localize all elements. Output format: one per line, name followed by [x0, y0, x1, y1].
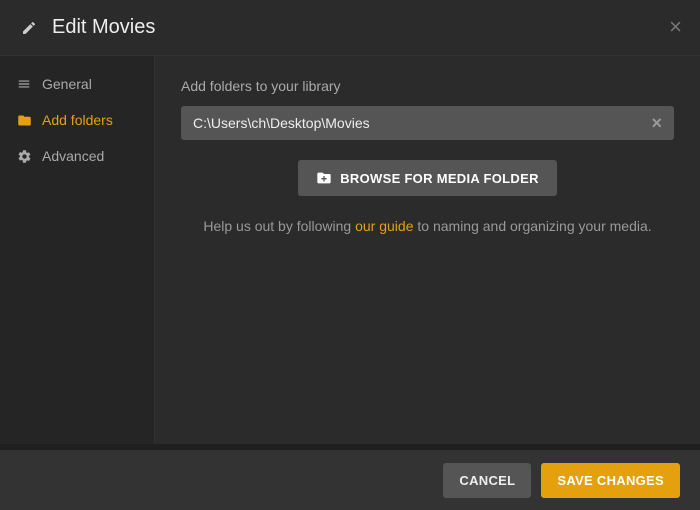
list-icon — [16, 77, 32, 91]
help-text: Help us out by following our guide to na… — [181, 218, 674, 234]
main-panel: Add folders to your library C:\Users\ch\… — [155, 56, 700, 444]
help-text-post: to naming and organizing your media. — [414, 218, 652, 234]
sidebar-item-label: General — [42, 76, 92, 92]
sidebar-item-add-folders[interactable]: Add folders — [0, 102, 154, 138]
folder-path-row: C:\Users\ch\Desktop\Movies × — [181, 106, 674, 140]
sidebar: General Add folders Advanced — [0, 56, 155, 444]
folder-path-text: C:\Users\ch\Desktop\Movies — [193, 115, 651, 131]
folder-open-icon — [16, 113, 32, 128]
dialog-footer: CANCEL SAVE CHANGES — [0, 450, 700, 510]
browse-button[interactable]: BROWSE FOR MEDIA FOLDER — [298, 160, 557, 196]
dialog-header: Edit Movies × — [0, 0, 700, 56]
dialog-title: Edit Movies — [52, 16, 155, 39]
sidebar-item-advanced[interactable]: Advanced — [0, 138, 154, 174]
guide-link[interactable]: our guide — [355, 218, 413, 234]
close-button[interactable]: × — [669, 16, 682, 38]
gear-icon — [16, 149, 32, 164]
sidebar-item-label: Advanced — [42, 148, 104, 164]
pencil-icon — [20, 19, 38, 37]
sidebar-item-general[interactable]: General — [0, 66, 154, 102]
folder-plus-icon — [316, 170, 332, 186]
section-label: Add folders to your library — [181, 78, 674, 94]
browse-wrap: BROWSE FOR MEDIA FOLDER — [181, 160, 674, 196]
help-text-pre: Help us out by following — [203, 218, 355, 234]
dialog-body: General Add folders Advanced Add folders… — [0, 56, 700, 444]
cancel-button[interactable]: CANCEL — [443, 463, 531, 498]
save-changes-button[interactable]: SAVE CHANGES — [541, 463, 680, 498]
browse-button-label: BROWSE FOR MEDIA FOLDER — [340, 171, 539, 186]
sidebar-item-label: Add folders — [42, 112, 113, 128]
remove-folder-button[interactable]: × — [651, 114, 662, 132]
